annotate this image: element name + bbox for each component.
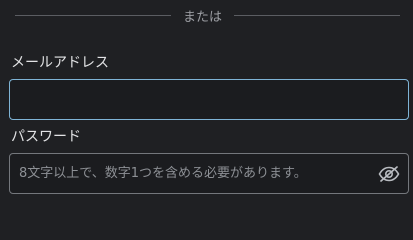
divider-text: または xyxy=(183,9,223,25)
login-form-fragment: または メールアドレス パスワード xyxy=(0,0,413,203)
eye-off-icon xyxy=(378,166,400,182)
password-field-wrapper xyxy=(9,153,409,194)
email-label: メールアドレス xyxy=(11,55,109,71)
password-field[interactable] xyxy=(10,154,408,193)
divider-line-left xyxy=(15,14,171,16)
email-field[interactable] xyxy=(10,80,408,119)
password-label: パスワード xyxy=(11,129,81,145)
toggle-password-visibility-button[interactable] xyxy=(377,163,401,185)
or-divider: または xyxy=(0,4,413,26)
email-field-wrapper xyxy=(9,79,409,120)
divider-line-right xyxy=(234,14,401,16)
